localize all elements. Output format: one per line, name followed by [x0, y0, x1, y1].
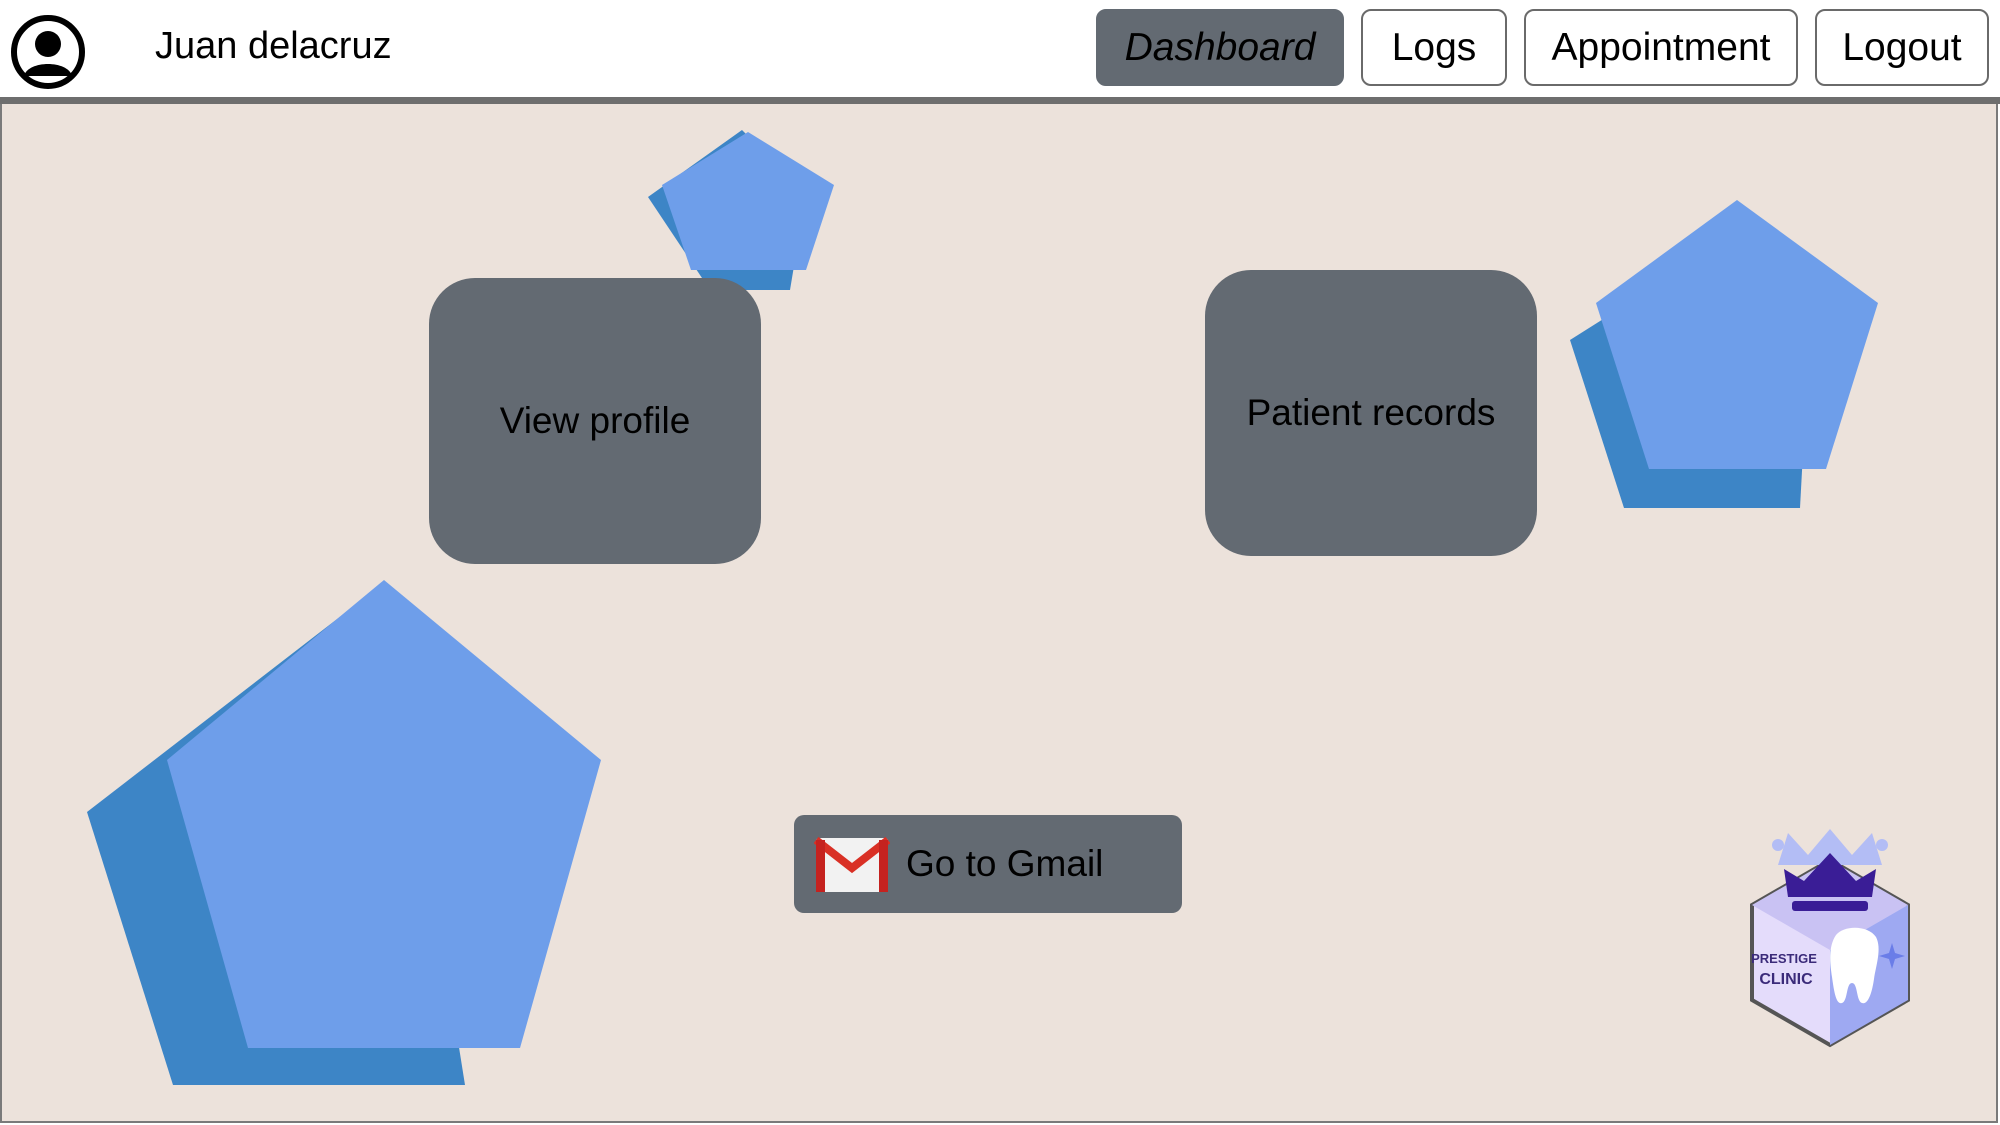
logo-text-line1: PRESTIGE [1751, 951, 1817, 966]
gmail-icon [814, 836, 890, 892]
dashboard-canvas [0, 104, 1998, 1123]
nav-dashboard-button[interactable]: Dashboard [1096, 9, 1344, 86]
nav-logs-button[interactable]: Logs [1361, 9, 1507, 86]
logo-text-line2: CLINIC [1759, 971, 1813, 988]
header-divider [0, 97, 2000, 104]
prestige-clinic-logo: PRESTIGE CLINIC [1750, 829, 1910, 1048]
user-avatar-icon[interactable] [10, 14, 86, 90]
nav-logout-button[interactable]: Logout [1815, 9, 1989, 86]
view-profile-button[interactable]: View profile [429, 278, 761, 564]
patient-records-button[interactable]: Patient records [1205, 270, 1537, 556]
go-to-gmail-button[interactable]: Go to Gmail [794, 815, 1182, 913]
top-bar: Juan delacruz Dashboard Logs Appointment… [0, 0, 2000, 100]
nav-appointment-button[interactable]: Appointment [1524, 9, 1798, 86]
gmail-button-label: Go to Gmail [906, 843, 1104, 884]
user-name: Juan delacruz [155, 25, 392, 67]
